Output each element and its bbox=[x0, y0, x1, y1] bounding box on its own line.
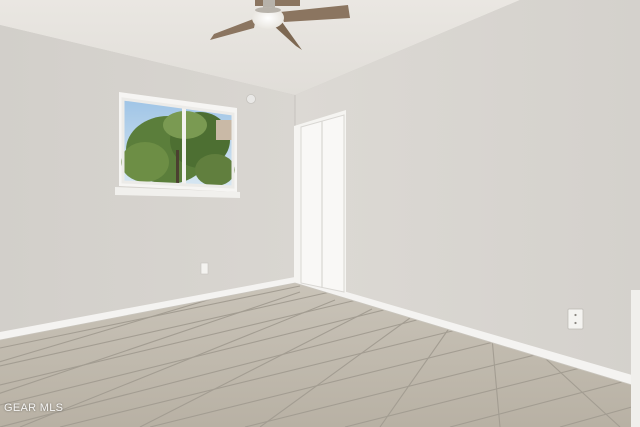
window bbox=[115, 92, 240, 198]
smoke-detector bbox=[246, 94, 256, 104]
bedroom-photo: GEAR MLS bbox=[0, 0, 640, 427]
door-frame-edge bbox=[631, 290, 640, 427]
wall-outlet-right bbox=[567, 308, 584, 330]
watermark-text: GEAR MLS bbox=[4, 402, 64, 414]
room-illustration bbox=[0, 0, 640, 427]
closet-door bbox=[294, 110, 346, 293]
wall-outlet-left bbox=[200, 262, 209, 275]
